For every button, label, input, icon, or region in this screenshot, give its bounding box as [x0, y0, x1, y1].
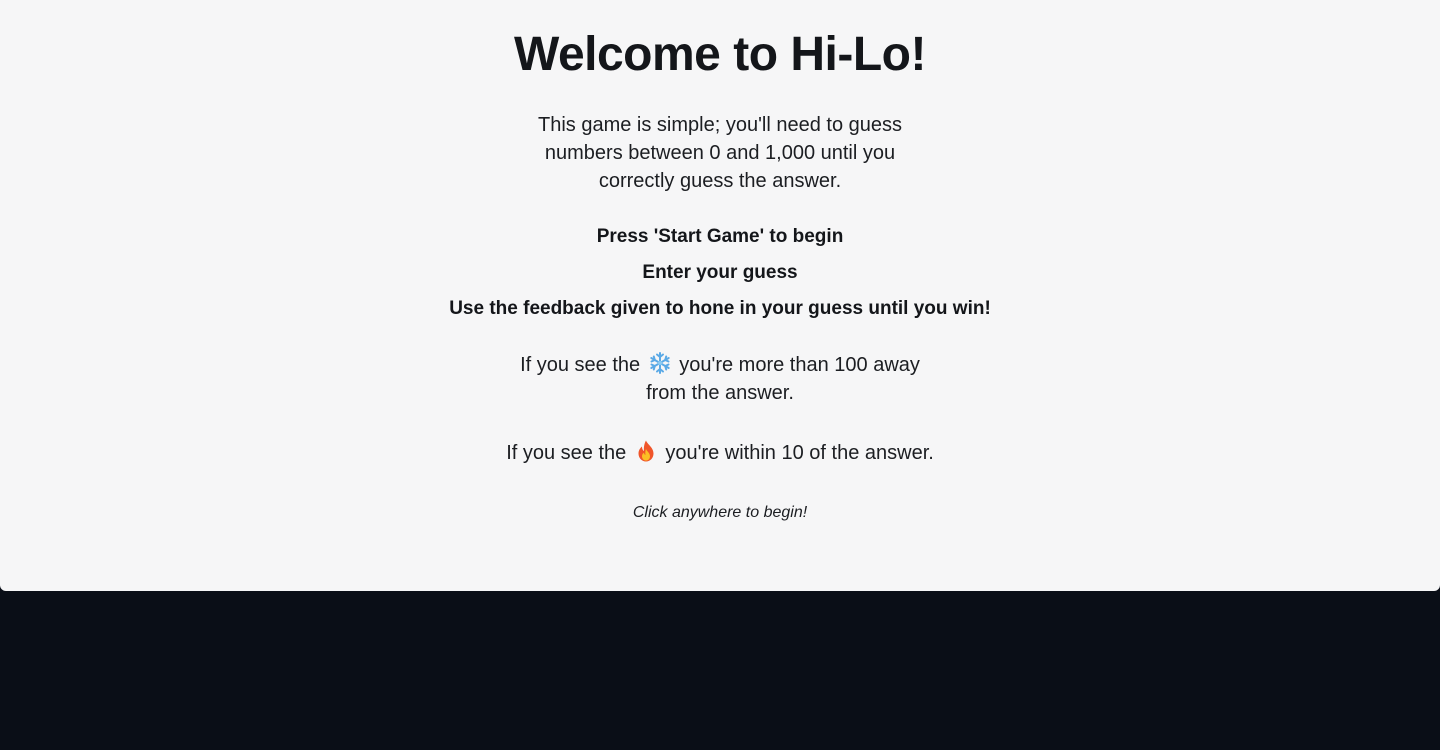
- page-title: Welcome to Hi-Lo!: [514, 28, 926, 81]
- fire-icon: [638, 440, 654, 462]
- step-use-feedback: Use the feedback given to hone in your g…: [449, 298, 991, 319]
- hint-cold-before: If you see the: [520, 354, 641, 376]
- instruction-steps: Press 'Start Game' to begin Enter your g…: [0, 223, 1440, 331]
- hint-hot-after: you're within 10 of the answer.: [665, 442, 934, 464]
- step-enter-guess: Enter your guess: [642, 262, 798, 283]
- intro-text: This game is simple; you'll need to gues…: [538, 114, 902, 192]
- click-to-begin-prompt: Click anywhere to begin!: [632, 504, 808, 521]
- welcome-overlay[interactable]: Welcome to Hi-Lo! This game is simple; y…: [0, 0, 1440, 591]
- hint-cold-after: you're more than 100 away from the answe…: [646, 354, 920, 404]
- step-start-game: Press 'Start Game' to begin: [596, 226, 844, 247]
- hint-hot-before: If you see the: [506, 442, 627, 464]
- snowflake-icon: [650, 352, 670, 374]
- hint-cold: If you see the you're more than 100 away…: [510, 351, 930, 407]
- hint-hot: If you see the you're within 10 of the a…: [320, 439, 1120, 467]
